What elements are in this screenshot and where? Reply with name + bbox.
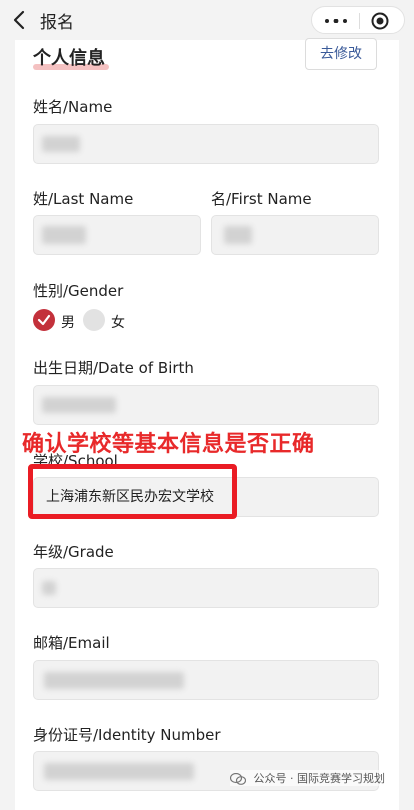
grade-label: 年级/Grade [33, 543, 114, 561]
back-arrow-icon[interactable] [10, 9, 30, 31]
gender-option-female: 女 [111, 315, 125, 331]
redacted-value [44, 672, 184, 689]
gender-radio-female[interactable] [83, 309, 105, 331]
redacted-value [44, 763, 194, 780]
school-highlight-box [28, 464, 237, 519]
email-label: 邮箱/Email [33, 634, 110, 652]
redacted-value [42, 397, 116, 413]
last-name-label: 姓/Last Name [33, 190, 134, 208]
last-name-field[interactable] [33, 215, 201, 255]
close-target-icon[interactable] [371, 12, 389, 30]
dob-field[interactable] [33, 385, 379, 425]
gender-label: 性别/Gender [33, 282, 124, 300]
email-field[interactable] [33, 660, 379, 700]
more-icon[interactable] [324, 19, 348, 23]
redacted-value [42, 136, 80, 152]
dob-label: 出生日期/Date of Birth [33, 359, 194, 377]
wechat-official-account-icon [230, 773, 246, 785]
id-number-label: 身份证号/Identity Number [33, 726, 221, 744]
annotation-text: 确认学校等基本信息是否正确 [22, 432, 315, 457]
edit-button[interactable]: 去修改 [305, 38, 377, 70]
watermark: 公众号 · 国际竞赛学习规划 [230, 770, 385, 786]
name-label: 姓名/Name [33, 98, 113, 116]
capsule-divider [359, 13, 360, 29]
first-name-field[interactable] [211, 215, 379, 255]
watermark-text: 公众号 · 国际竞赛学习规划 [253, 772, 386, 785]
grade-field[interactable] [33, 568, 379, 608]
section-title: 个人信息 [33, 48, 105, 69]
redacted-value [224, 226, 252, 244]
name-field[interactable] [33, 124, 379, 164]
personal-info-card: 个人信息 去修改 姓名/Name 姓/Last Name 名/First Nam… [15, 38, 399, 810]
redacted-value [42, 581, 56, 595]
first-name-label: 名/First Name [211, 190, 312, 208]
gender-radio-male[interactable] [33, 309, 55, 331]
gender-option-male: 男 [61, 315, 75, 331]
redacted-value [42, 226, 86, 244]
nav-bar: 报名 [0, 0, 414, 40]
mini-program-capsule [311, 6, 405, 34]
page-title: 报名 [40, 13, 74, 33]
check-icon [37, 314, 51, 326]
